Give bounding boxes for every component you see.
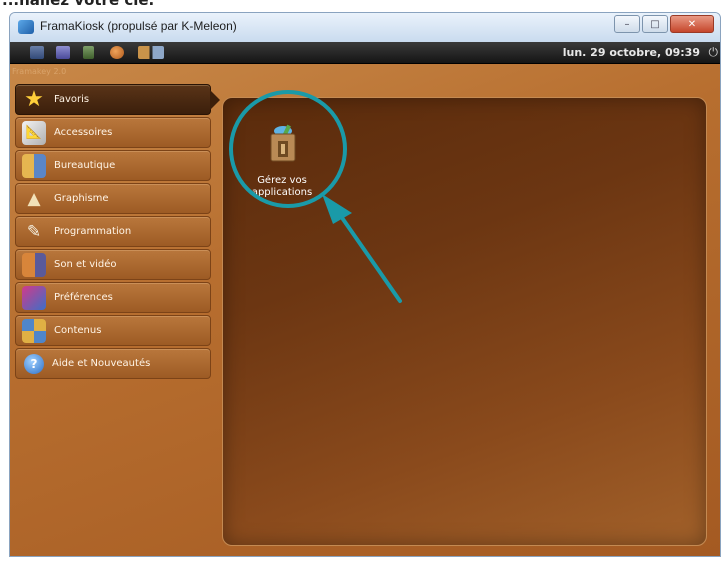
favorites-panel: Gérez vos applications [222, 97, 707, 546]
cropped-caption: ...nallez votre clé. [0, 0, 721, 12]
globe-icon[interactable] [110, 46, 124, 59]
title-bar[interactable]: FramaKiosk (propulsé par K-Meleon) – □ ✕ [10, 13, 720, 42]
menu-item-label: Préférences [54, 292, 113, 303]
preferences-icon [22, 285, 46, 310]
framakiosk-app-icon [18, 20, 34, 34]
menu-item-label: Contenus [54, 325, 102, 336]
grid-icon [22, 318, 46, 343]
minimize-button[interactable]: – [614, 15, 640, 33]
cropped-caption-text: ...nallez votre clé. [2, 0, 155, 9]
app-tile-label: Gérez vos applications [241, 175, 323, 199]
app-tile-label-line2: applications [251, 187, 313, 198]
menu-item-son-et-video[interactable]: Son et vidéo [15, 249, 211, 280]
window-title: FramaKiosk (propulsé par K-Meleon) [40, 19, 237, 33]
window-controls: – □ ✕ [614, 15, 714, 33]
star-icon: ★ [24, 87, 44, 112]
ruler-icon: 📐 [22, 120, 46, 145]
menu-item-label: Aide et Nouveautés [52, 358, 151, 369]
app-manager-icon [270, 124, 296, 162]
menu-item-bureautique[interactable]: Bureautique [15, 150, 211, 181]
brush-icon: ✎ [26, 221, 42, 242]
window-icon[interactable] [30, 46, 44, 59]
menu-item-label: Programmation [54, 226, 132, 237]
version-label: Framakey 2.0 [12, 67, 67, 76]
menu-item-programmation[interactable]: ✎ Programmation [15, 216, 211, 247]
office-icon [22, 153, 46, 178]
maximize-button[interactable]: □ [642, 15, 668, 33]
folders-icon[interactable] [138, 46, 164, 59]
menu-item-preferences[interactable]: Préférences [15, 282, 211, 313]
clock-datetime: lun. 29 octobre, 09:39 [562, 46, 700, 59]
browser-window: FramaKiosk (propulsé par K-Meleon) – □ ✕… [9, 12, 721, 557]
menu-item-label: Bureautique [54, 160, 116, 171]
trash-icon[interactable] [83, 46, 94, 59]
menu-item-accessoires[interactable]: 📐 Accessoires [15, 117, 211, 148]
menu-item-label: Son et vidéo [54, 259, 117, 270]
close-button[interactable]: ✕ [670, 15, 714, 33]
kiosk-client-area: lun. 29 octobre, 09:39 ⏻ Framakey 2.0 ★ … [10, 42, 720, 556]
monitor-icon[interactable] [56, 46, 70, 59]
menu-item-aide-et-nouveautes[interactable]: ? Aide et Nouveautés [15, 348, 211, 379]
media-icon [22, 252, 46, 277]
menu-item-favoris[interactable]: ★ Favoris [15, 84, 220, 115]
menu-item-label: Favoris [54, 94, 90, 105]
menu-item-graphisme[interactable]: ▲ Graphisme [15, 183, 211, 214]
app-tile-label-line1: Gérez vos [257, 175, 307, 186]
menu-item-contenus[interactable]: Contenus [15, 315, 211, 346]
paint-icon: ▲ [27, 188, 41, 209]
category-menu: ★ Favoris 📐 Accessoires Bureautique ▲ Gr… [15, 84, 220, 381]
kiosk-top-bar: lun. 29 octobre, 09:39 ⏻ [10, 42, 720, 64]
menu-item-label: Graphisme [54, 193, 109, 204]
menu-item-label: Accessoires [54, 127, 113, 138]
power-icon[interactable]: ⏻ [709, 45, 719, 60]
app-tile-gerez-vos-applications[interactable]: Gérez vos applications [241, 123, 323, 211]
help-icon: ? [24, 353, 44, 374]
